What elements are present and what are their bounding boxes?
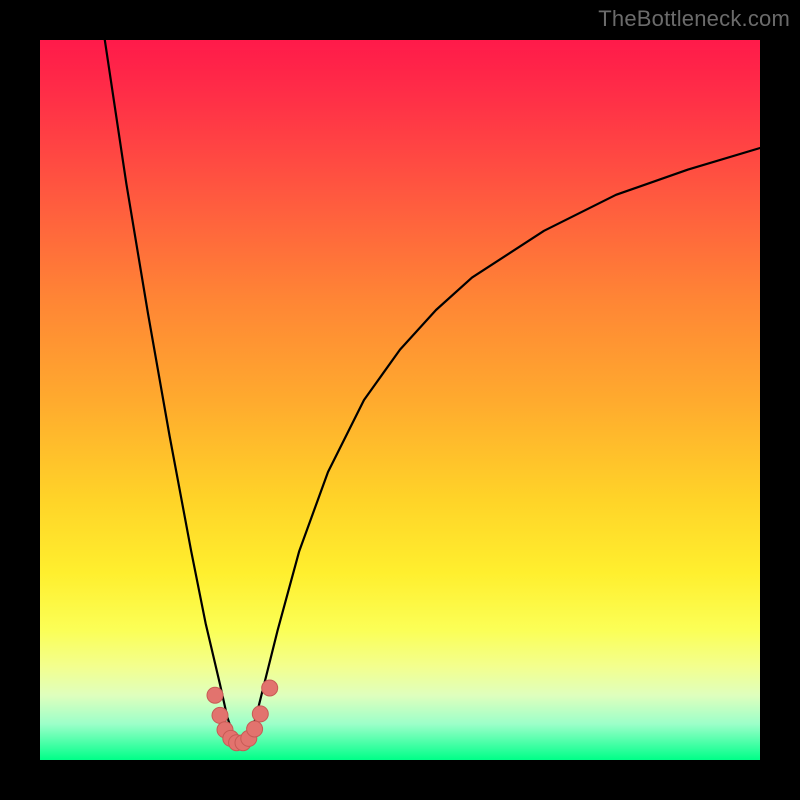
bead-point — [262, 680, 278, 696]
bead-point — [207, 687, 223, 703]
chart-svg — [40, 40, 760, 760]
bead-point — [212, 707, 228, 723]
bottleneck-curve — [105, 40, 760, 746]
bead-point — [247, 721, 263, 737]
outer-frame: TheBottleneck.com — [0, 0, 800, 800]
watermark-text: TheBottleneck.com — [598, 6, 790, 32]
plot-area — [40, 40, 760, 760]
bead-point — [252, 706, 268, 722]
trough-beads — [207, 680, 278, 751]
